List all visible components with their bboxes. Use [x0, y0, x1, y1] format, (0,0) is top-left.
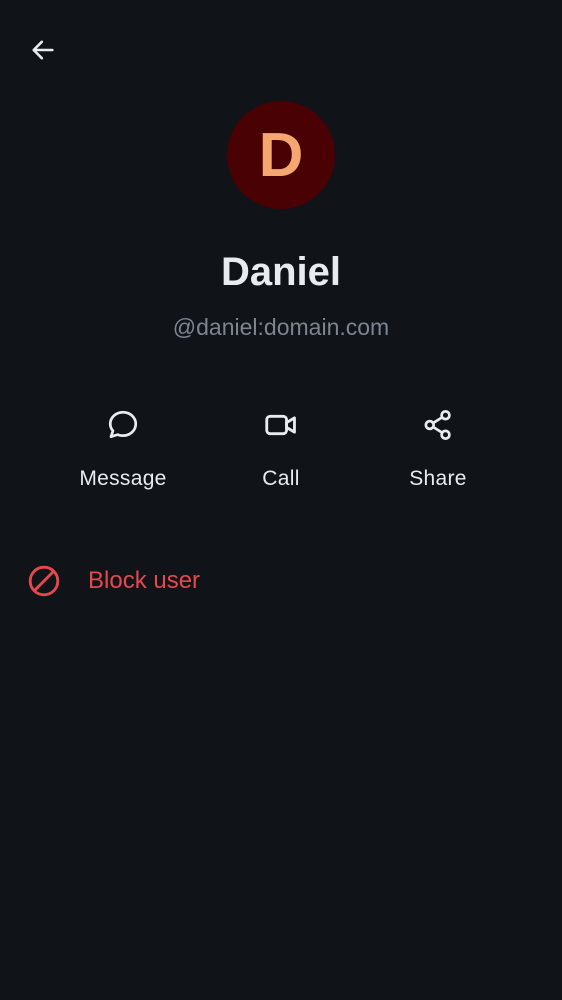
- call-button[interactable]: Call: [206, 400, 356, 500]
- display-name: Daniel: [220, 250, 342, 294]
- user-id: @daniel:domain.com: [172, 314, 390, 340]
- avatar: D: [227, 101, 335, 209]
- chat-bubble-icon: [103, 405, 143, 445]
- avatar-initial: D: [258, 121, 304, 190]
- share-label: Share: [409, 467, 467, 490]
- block-icon: [25, 562, 63, 600]
- video-camera-icon: [261, 405, 301, 445]
- message-button[interactable]: Message: [48, 400, 198, 500]
- arrow-left-icon: [32, 40, 54, 60]
- call-label: Call: [262, 467, 300, 490]
- block-user-button[interactable]: Block user: [0, 553, 562, 609]
- share-button[interactable]: Share: [363, 400, 513, 500]
- share-icon: [418, 405, 458, 445]
- action-row: Message Call Share: [0, 400, 562, 500]
- block-user-label: Block user: [88, 567, 201, 594]
- back-button[interactable]: [19, 26, 67, 74]
- message-label: Message: [79, 467, 167, 490]
- user-profile-screen: D Daniel @daniel:domain.com Message Call: [0, 0, 562, 1000]
